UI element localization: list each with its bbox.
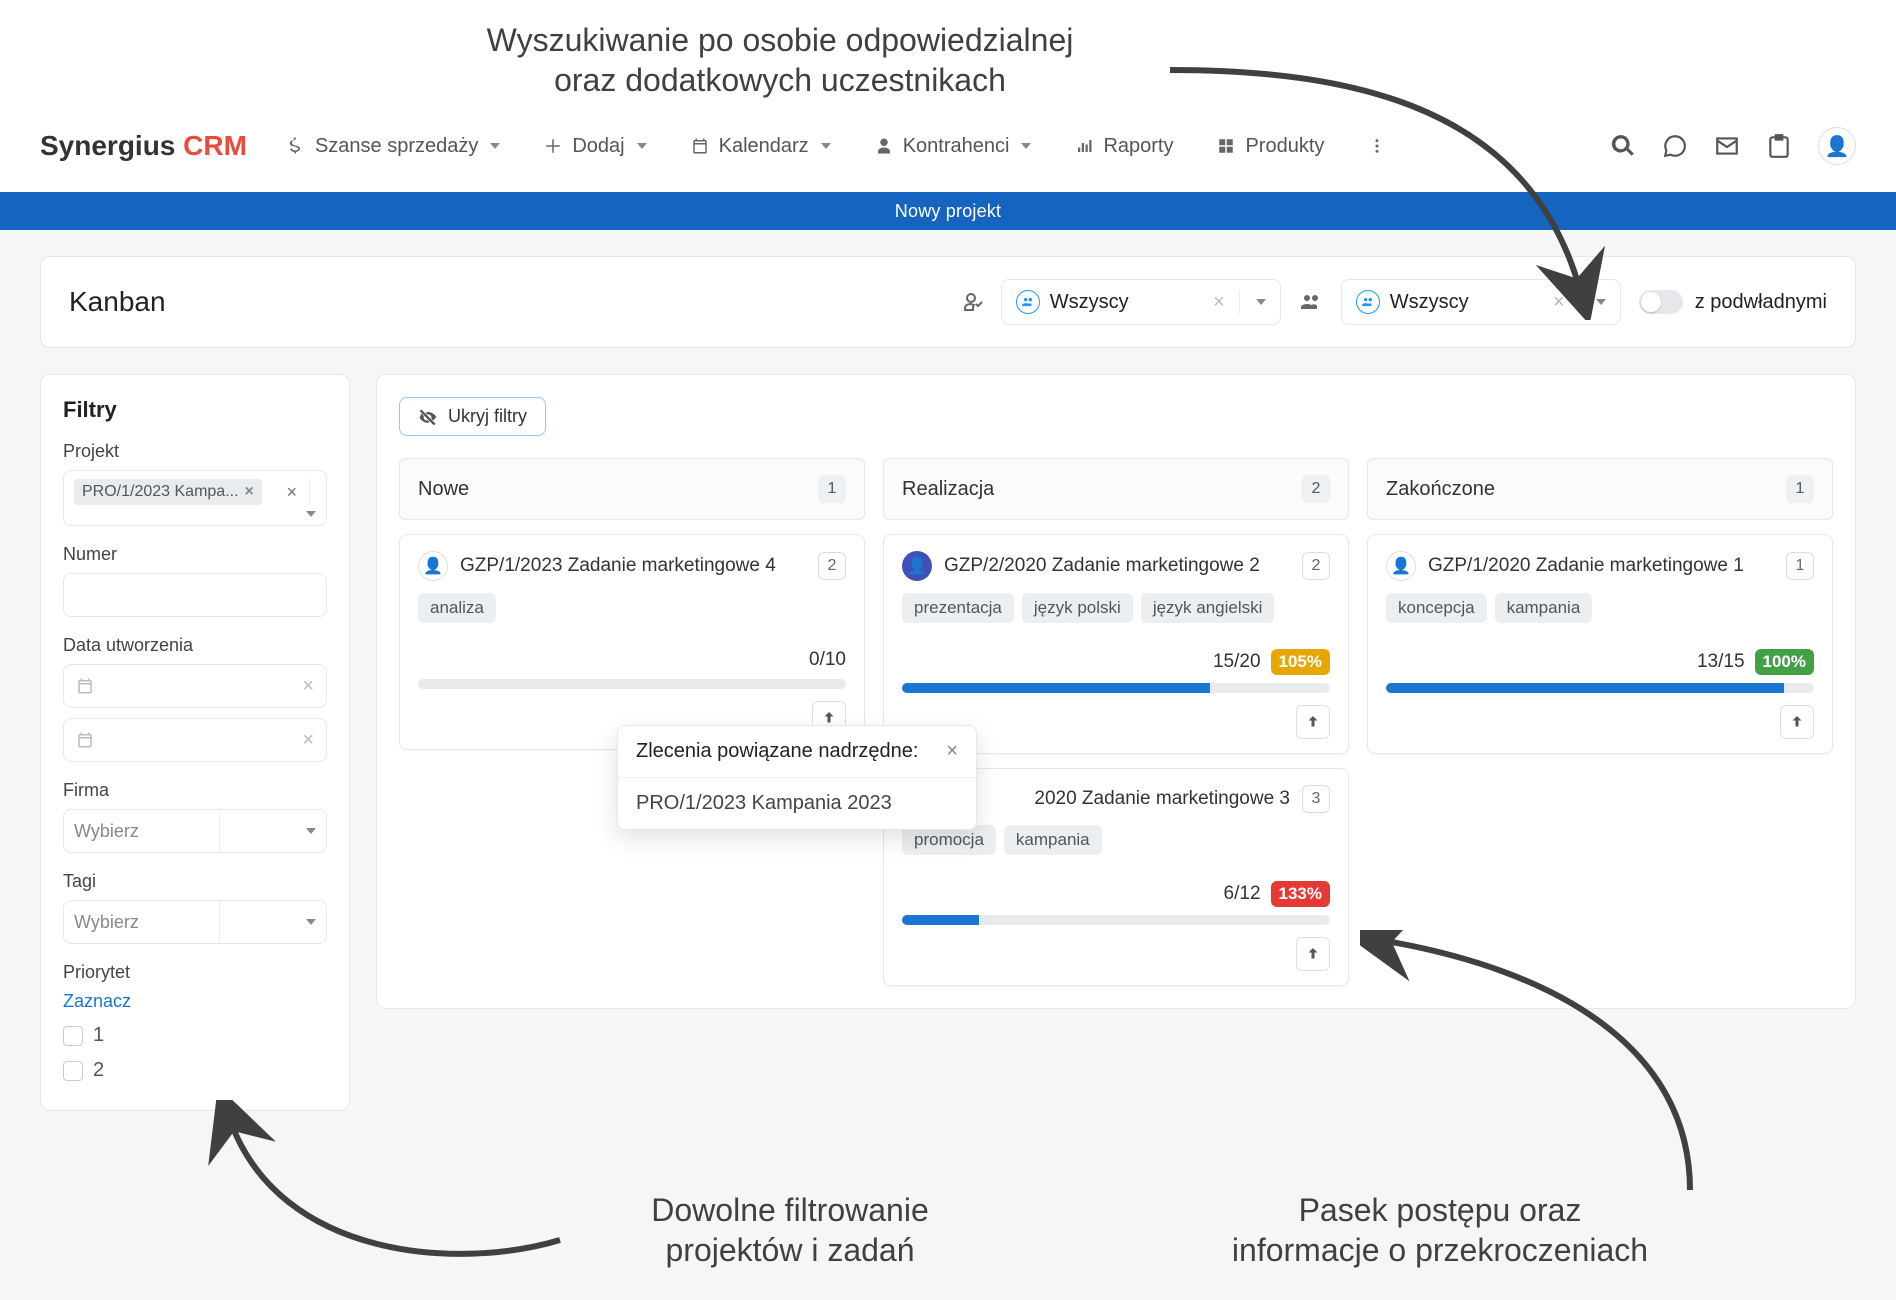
tag: koncepcja [1386,593,1487,623]
card-score: 13/15 [1697,651,1745,673]
avatar: 👤 [1386,551,1416,581]
tag: język polski [1022,593,1133,623]
clear-icon[interactable]: × [302,729,314,752]
calendar-icon [76,731,94,749]
company-select[interactable]: Wybierz [63,809,327,853]
page-title: Kanban [69,286,166,318]
tag: kampania [1004,825,1102,855]
user-avatar[interactable]: 👤 [1818,127,1856,165]
filter-label-created: Data utworzenia [63,635,327,656]
tag: analiza [418,593,496,623]
calendar-icon [691,137,709,155]
column-header[interactable]: Zakończone 1 [1367,458,1833,520]
percent-badge: 105% [1271,649,1330,675]
avatar: 👤 [418,551,448,581]
bars-icon [1075,137,1093,155]
move-up-button[interactable] [1296,705,1330,739]
tag: kampania [1495,593,1593,623]
filter-label-tags: Tagi [63,871,327,892]
linked-orders-popover: Zlecenia powiązane nadrzędne: × PRO/1/20… [617,725,977,830]
menu-reports[interactable]: Raporty [1075,135,1173,158]
menu-sales[interactable]: Szanse sprzedaży [287,135,500,158]
kanban-card[interactable]: 👤 GZP/1/2023 Zadanie marketingowe 4 2 an… [399,534,865,750]
move-up-button[interactable] [1780,705,1814,739]
card-title: GZP/1/2023 Zadanie marketingowe 4 [460,555,806,577]
filter-label-priority: Priorytet [63,962,327,983]
column-header[interactable]: Realizacja 2 [883,458,1349,520]
tag: język angielski [1141,593,1275,623]
project-chip[interactable]: PRO/1/2023 Kampa...× [74,479,262,505]
chevron-down-icon[interactable] [306,511,316,517]
card-badge: 2 [1302,552,1330,580]
priority-1[interactable]: 1 [63,1024,327,1047]
card-badge: 3 [1302,785,1330,813]
number-input[interactable] [63,573,327,617]
date-from[interactable]: × [63,664,327,708]
filters-panel: Filtry Projekt PRO/1/2023 Kampa...× × Nu… [40,374,350,1111]
group-icon [1016,290,1040,314]
kanban-card[interactable]: 👤 GZP/1/2020 Zadanie marketingowe 1 1 ko… [1367,534,1833,754]
menu-contractors[interactable]: Kontrahenci [875,135,1032,158]
mail-icon[interactable] [1714,133,1740,159]
chevron-down-icon [306,919,316,925]
person-icon [875,137,893,155]
tags-select[interactable]: Wybierz [63,900,327,944]
annotation-bottom-left: Dowolne filtrowanieprojektów i zadań [560,1190,1020,1270]
filter-label-number: Numer [63,544,327,565]
eye-off-icon [418,407,438,427]
annotation-arrow-top [1160,50,1620,320]
tag: prezentacja [902,593,1014,623]
annotation-arrow-left [200,1100,570,1280]
plus-icon [544,137,562,155]
popover-item[interactable]: PRO/1/2023 Kampania 2023 [618,778,976,829]
card-title: GZP/2/2020 Zadanie marketingowe 2 [944,555,1290,577]
card-score: 6/12 [1224,883,1261,905]
calendar-icon [76,677,94,695]
clear-icon[interactable]: × [286,482,297,503]
close-icon[interactable]: × [946,740,958,763]
avatar: 👤 [902,551,932,581]
date-to[interactable]: × [63,718,327,762]
menu-calendar[interactable]: Kalendarz [691,135,831,158]
filter-label-company: Firma [63,780,327,801]
with-subordinates-toggle[interactable]: z podwładnymi [1639,290,1827,314]
popover-title: Zlecenia powiązane nadrzędne: [636,740,918,763]
menu-add[interactable]: Dodaj [544,135,646,158]
annotation-arrow-right [1360,930,1720,1210]
card-badge: 1 [1786,552,1814,580]
card-badge: 2 [818,552,846,580]
card-title: GZP/1/2020 Zadanie marketingowe 1 [1428,555,1774,577]
filter-label-project: Projekt [63,441,327,462]
person-check-icon [959,290,983,314]
card-score: 0/10 [809,649,846,671]
brand-logo: Synergius CRM [40,130,247,162]
column-nowe: Nowe 1 👤 GZP/1/2023 Zadanie marketingowe… [399,458,865,986]
remove-icon[interactable]: × [245,483,254,501]
chat-icon[interactable] [1662,133,1688,159]
priority-select-all[interactable]: Zaznacz [63,991,327,1012]
kanban-card[interactable]: 👤 GZP/2/2020 Zadanie marketingowe 2 2 pr… [883,534,1349,754]
clear-icon[interactable]: × [302,675,314,698]
chevron-down-icon [306,828,316,834]
percent-badge: 100% [1755,649,1814,675]
column-zakonczone: Zakończone 1 👤 GZP/1/2020 Zadanie market… [1367,458,1833,986]
filters-title: Filtry [63,397,327,423]
dollar-icon [287,137,305,155]
kanban-board: Ukryj filtry Nowe 1 👤 GZP/1/2023 Zadanie… [376,374,1856,1009]
column-realizacja: Realizacja 2 👤 GZP/2/2020 Zadanie market… [883,458,1349,986]
card-score: 15/20 [1213,651,1261,673]
move-up-button[interactable] [1296,937,1330,971]
clipboard-icon[interactable] [1766,133,1792,159]
annotation-top: Wyszukiwanie po osobie odpowiedzialnejor… [420,20,1140,100]
column-header[interactable]: Nowe 1 [399,458,865,520]
project-select[interactable]: PRO/1/2023 Kampa...× × [63,470,327,526]
priority-2[interactable]: 2 [63,1059,327,1082]
hide-filters-button[interactable]: Ukryj filtry [399,397,546,436]
percent-badge: 133% [1271,881,1330,907]
